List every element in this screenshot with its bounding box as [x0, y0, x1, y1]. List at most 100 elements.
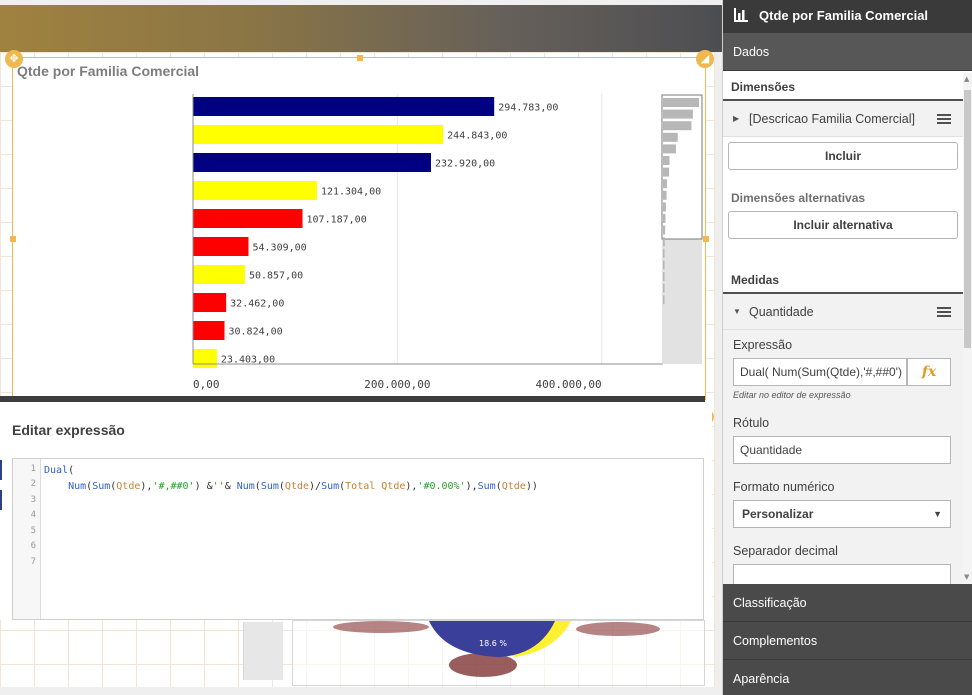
bar-chart-svg: 294.783,00 244.843,00 232.920,00 121.304,00…: [46, 94, 703, 400]
minimap-bar: [663, 132, 678, 142]
bar-data-label[interactable]: 294.783,00: [498, 103, 558, 114]
bar[interactable]: [193, 349, 217, 368]
drag-menu-icon[interactable]: [937, 114, 951, 124]
bar-data-label[interactable]: 30.824,00: [228, 327, 282, 338]
minimap-bar: [663, 237, 665, 247]
minimap-bar: [663, 295, 665, 305]
properties-header: Qtde por Familia Comercial: [723, 0, 972, 33]
pie-slice-label: 18.6 %: [479, 639, 507, 648]
scroll-up-icon[interactable]: ▲: [964, 75, 969, 83]
label-input[interactable]: Quantidade: [733, 436, 951, 464]
bar[interactable]: [193, 125, 444, 144]
number-format-select[interactable]: Personalizar ▼: [733, 500, 951, 528]
measure-item-label: Quantidade: [749, 305, 814, 319]
expression-code-editor[interactable]: 1 2 3 4 5 6 7 Dual( Num(Sum(Qtde),'#,##0…: [12, 458, 704, 620]
x-tick-label: 400.000,00: [535, 378, 601, 391]
minimap-bar: [663, 248, 665, 258]
properties-scrollbar[interactable]: ▲ ▼: [963, 73, 972, 585]
minimap-bar: [663, 202, 666, 212]
measure-settings: Expressão Dual( Num(Sum(Qtde),'#,##0') f…: [723, 330, 963, 584]
expand-caret-icon[interactable]: ▶: [733, 101, 739, 137]
number-format-label: Formato numérico: [733, 480, 835, 494]
expression-editor-panel: Editar expressão 1 2 3 4 5 6 7 Dual( Num…: [0, 402, 712, 620]
bar-data-label[interactable]: 50.857,00: [249, 271, 303, 282]
measures-heading: Medidas: [723, 269, 963, 294]
bar[interactable]: [193, 153, 431, 172]
resize-corner-icon[interactable]: ◢: [696, 50, 714, 68]
line-number: 1: [30, 464, 36, 474]
minimap-bar: [663, 109, 693, 119]
bar-data-label[interactable]: 32.462,00: [230, 299, 284, 310]
minimap-bar: [663, 98, 699, 107]
minimap-bar: [663, 260, 665, 270]
qlik-sense-sheet-editor: 18.6 % Qtde por Familia Comercial 294.78…: [0, 0, 972, 695]
tab-addons[interactable]: Complementos: [723, 622, 972, 660]
bar-data-label[interactable]: 232.920,00: [435, 159, 495, 170]
minimap-bar: [663, 272, 665, 281]
background-pie-chart[interactable]: 18.6 %: [292, 620, 705, 686]
minimap-bar: [663, 179, 667, 189]
line-number-gutter: 1 2 3 4 5 6 7: [13, 459, 41, 619]
measure-item[interactable]: ▼ Quantidade: [723, 294, 963, 330]
label-field-label: Rótulo: [733, 416, 770, 430]
scroll-thumb[interactable]: [964, 90, 971, 348]
pie-chart-svg: [333, 621, 660, 677]
bar-data-label[interactable]: 244.843,00: [447, 131, 507, 142]
bar[interactable]: [193, 97, 495, 116]
expression-input[interactable]: Dual( Num(Sum(Qtde),'#,##0'): [733, 358, 907, 386]
line-number: 3: [30, 495, 36, 505]
sheet-canvas: 18.6 % Qtde por Familia Comercial 294.78…: [0, 0, 722, 695]
resize-handle-left[interactable]: [10, 236, 16, 242]
dimension-item[interactable]: ▶ [Descricao Familia Comercial]: [723, 101, 963, 137]
bar[interactable]: [193, 237, 249, 256]
minimap-bar: [663, 167, 670, 177]
expression-code-text[interactable]: Dual( Num(Sum(Qtde),'#,##0') &''& Num(Su…: [44, 463, 538, 494]
editor-title: Editar expressão: [12, 422, 125, 438]
x-tick-label: 0,00: [193, 378, 220, 391]
properties-scroll-area: Dimensões ▶ [Descricao Familia Comercial…: [723, 71, 963, 584]
bar-chart-object[interactable]: Qtde por Familia Comercial 294.783,00 244…: [10, 55, 709, 400]
resize-handle-right[interactable]: [703, 236, 709, 242]
drag-menu-icon[interactable]: [937, 307, 951, 317]
fx-expression-editor-button[interactable]: fx: [907, 358, 951, 386]
expression-row: Dual( Num(Sum(Qtde),'#,##0') fx: [733, 358, 951, 386]
minimap-bar: [663, 225, 666, 235]
background-object[interactable]: [243, 622, 283, 680]
line-number: 4: [30, 510, 36, 520]
bar[interactable]: [193, 321, 225, 340]
tab-sorting[interactable]: Classificação: [723, 584, 972, 622]
include-dimension-button[interactable]: Incluir: [728, 142, 958, 170]
bar[interactable]: [193, 181, 317, 200]
bar[interactable]: [193, 265, 245, 284]
resize-handle-top[interactable]: [357, 55, 363, 61]
code-line-1: Dual: [44, 465, 69, 476]
decimal-separator-input[interactable]: [733, 564, 951, 584]
scroll-down-icon[interactable]: ▼: [964, 573, 969, 581]
dimension-label-area: [46, 94, 192, 400]
dimensions-heading: Dimensões: [723, 71, 963, 101]
chevron-down-icon: ▼: [933, 509, 942, 519]
bar-data-label[interactable]: 121.304,00: [321, 187, 381, 198]
line-number: 2: [30, 479, 36, 489]
tab-data[interactable]: Dados: [723, 33, 972, 71]
collapse-caret-icon[interactable]: ▼: [733, 294, 741, 330]
properties-bottom-tabs: Classificação Complementos Aparência: [723, 584, 972, 695]
expression-label: Expressão: [733, 338, 793, 352]
number-format-value: Personalizar: [742, 507, 814, 521]
include-alt-dimension-button[interactable]: Incluir alternativa: [728, 211, 958, 239]
decimal-separator-label: Separador decimal: [733, 544, 838, 558]
tab-appearance[interactable]: Aparência: [723, 660, 972, 695]
bar[interactable]: [193, 293, 227, 312]
dimension-item-label: [Descricao Familia Comercial]: [749, 112, 916, 126]
move-handle-icon[interactable]: ✥: [5, 50, 23, 68]
minimap-bar: [663, 121, 692, 131]
properties-panel: Qtde por Familia Comercial Dados Dimensõ…: [722, 0, 972, 695]
code-line-2: Num(Sum(Qtde),'#,##0') &''& Num(Sum(Qtde…: [68, 480, 538, 492]
minimap-bar: [663, 190, 667, 200]
left-edge-tabs: [0, 460, 2, 514]
minimap-bar: [663, 214, 666, 223]
bar-data-label[interactable]: 54.309,00: [252, 243, 306, 254]
bar[interactable]: [193, 209, 303, 228]
sheet-title-band: [0, 5, 722, 52]
bar-data-label[interactable]: 107.187,00: [307, 215, 367, 226]
